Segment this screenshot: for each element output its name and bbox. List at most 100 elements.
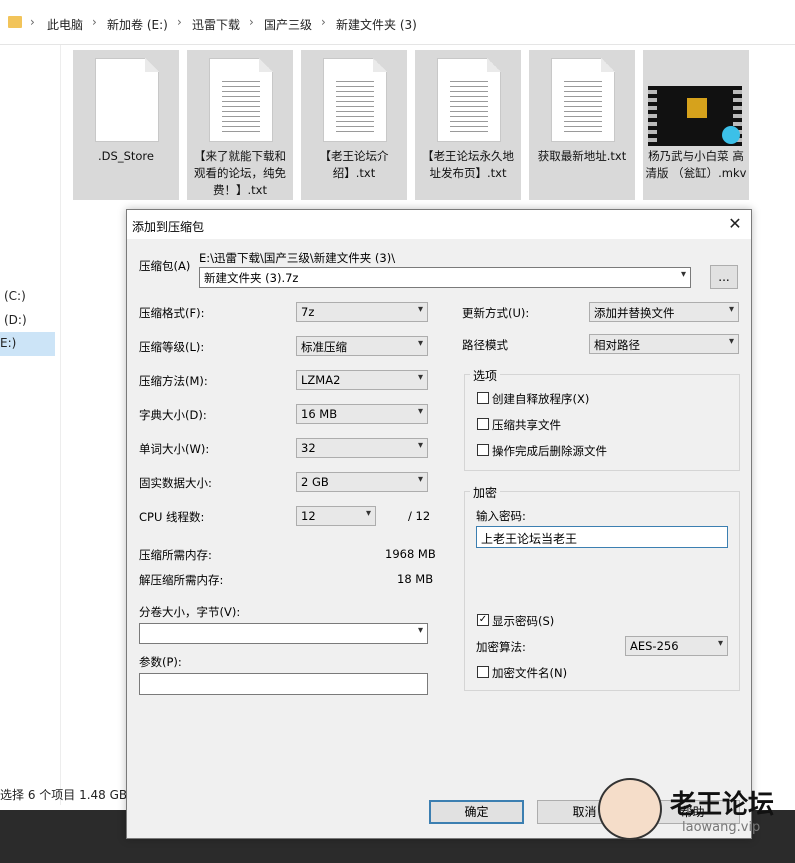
method-select[interactable]: LZMA2 ▾ <box>296 370 428 390</box>
dict-value: 16 MB <box>301 407 338 421</box>
update-value: 添加并替换文件 <box>594 306 675 320</box>
encrypt-names-label[interactable]: 加密文件名(N) <box>492 665 567 681</box>
archive-name-combo[interactable]: 新建文件夹 (3).7z ▾ <box>199 267 691 288</box>
chevron-right-icon: › <box>249 15 254 29</box>
format-value: 7z <box>301 305 315 319</box>
chevron-down-icon: ▾ <box>728 304 734 315</box>
breadcrumb-item[interactable]: 新建文件夹 (3) <box>336 16 417 33</box>
path-label: 路径模式 <box>462 338 508 352</box>
text-file-icon <box>551 58 615 142</box>
chevron-down-icon: ▾ <box>417 304 423 315</box>
solid-value: 2 GB <box>301 475 329 489</box>
dict-select[interactable]: 16 MB ▾ <box>296 404 428 424</box>
status-bar: 选择 6 个项目 1.48 GB <box>0 788 128 802</box>
address-bar[interactable]: › 此电脑 › 新加卷 (E:) › 迅雷下载 › 国产三级 › 新建文件夹 (… <box>0 0 795 45</box>
file-icon <box>95 58 159 142</box>
watermark-subtitle: laowang.vip <box>682 820 761 835</box>
breadcrumb-item[interactable]: 国产三级 <box>264 16 312 33</box>
close-icon[interactable]: ✕ <box>723 213 747 235</box>
word-value: 32 <box>301 441 316 455</box>
show-password-checkbox[interactable]: ✓ <box>477 614 489 626</box>
chevron-down-icon: ▾ <box>417 625 423 636</box>
file-item[interactable]: 杨乃武与小白菜 高清版 （瓮缸）.mkv <box>643 50 749 200</box>
chevron-down-icon: ▾ <box>417 406 423 417</box>
drive-c[interactable]: (C:) <box>4 289 26 303</box>
level-label: 压缩等级(L): <box>139 340 205 354</box>
method-label: 压缩方法(M): <box>139 374 208 388</box>
password-value: 上老王论坛当老王 <box>481 532 578 546</box>
drive-d[interactable]: (D:) <box>4 313 27 327</box>
watermark-title: 老王论坛 <box>670 790 775 820</box>
sfx-label[interactable]: 创建自释放程序(X) <box>492 391 589 407</box>
chevron-down-icon: ▾ <box>728 336 734 347</box>
file-item[interactable]: 【来了就能下载和观看的论坛，纯免费！】.txt <box>187 50 293 200</box>
breadcrumb-item[interactable]: 此电脑 <box>47 16 83 33</box>
cpu-label: CPU 线程数: <box>139 510 205 524</box>
chevron-down-icon: ▾ <box>717 638 723 649</box>
chevron-down-icon: ▾ <box>680 269 686 280</box>
text-file-icon <box>323 58 387 142</box>
mem-compress-label: 压缩所需内存: <box>139 548 212 562</box>
text-file-icon <box>437 58 501 142</box>
level-select[interactable]: 标准压缩 ▾ <box>296 336 428 356</box>
path-select[interactable]: 相对路径 ▾ <box>589 334 739 354</box>
file-item[interactable]: 获取最新地址.txt <box>529 50 635 200</box>
file-name: 获取最新地址.txt <box>537 149 627 163</box>
delete-checkbox[interactable] <box>477 444 489 456</box>
file-name: 杨乃武与小白菜 高清版 （瓮缸）.mkv <box>645 149 747 180</box>
delete-label[interactable]: 操作完成后删除源文件 <box>492 443 607 459</box>
solid-select[interactable]: 2 GB ▾ <box>296 472 428 492</box>
params-input[interactable] <box>139 673 428 695</box>
chevron-right-icon: › <box>30 15 35 29</box>
volume-combo[interactable]: ▾ <box>139 623 428 644</box>
file-item[interactable]: .DS_Store <box>73 50 179 200</box>
dict-label: 字典大小(D): <box>139 408 207 422</box>
solid-label: 固实数据大小: <box>139 476 212 490</box>
cpu-select[interactable]: 12 ▾ <box>296 506 376 526</box>
file-item[interactable]: 【老王论坛永久地址发布页】.txt <box>415 50 521 200</box>
chevron-down-icon: ▾ <box>417 338 423 349</box>
file-item[interactable]: 【老王论坛介绍】.txt <box>301 50 407 200</box>
chevron-right-icon: › <box>321 15 326 29</box>
update-select[interactable]: 添加并替换文件 ▾ <box>589 302 739 322</box>
chevron-down-icon: ▾ <box>417 372 423 383</box>
cpu-total: / 12 <box>408 509 431 523</box>
video-file-icon <box>648 86 742 146</box>
add-to-archive-dialog: 添加到压缩包 ✕ 压缩包(A) E:\迅雷下载\国产三级\新建文件夹 (3)\ … <box>126 209 752 839</box>
drive-e-label: E:) <box>0 336 17 350</box>
chevron-right-icon: › <box>177 15 182 29</box>
sfx-checkbox[interactable] <box>477 392 489 404</box>
chevron-down-icon: ▾ <box>417 474 423 485</box>
breadcrumb-item[interactable]: 新加卷 (E:) <box>107 16 168 33</box>
file-name: 【老王论坛介绍】.txt <box>319 149 389 180</box>
show-password-label[interactable]: 显示密码(S) <box>492 613 554 629</box>
encryption-title: 加密 <box>470 484 501 501</box>
watermark-avatar <box>598 778 662 840</box>
browse-button[interactable]: ... <box>710 265 738 289</box>
encrypt-names-checkbox[interactable] <box>477 666 489 678</box>
chevron-down-icon: ▾ <box>417 440 423 451</box>
word-label: 单词大小(W): <box>139 442 210 456</box>
drive-e-selected[interactable]: E:) <box>0 332 55 356</box>
archive-name-value: 新建文件夹 (3).7z <box>204 271 299 285</box>
file-name: 【来了就能下载和观看的论坛，纯免费！】.txt <box>194 149 286 197</box>
shared-label[interactable]: 压缩共享文件 <box>492 417 561 433</box>
dialog-titlebar[interactable]: 添加到压缩包 ✕ <box>127 210 751 239</box>
chevron-down-icon: ▾ <box>365 508 371 519</box>
chevron-right-icon: › <box>92 15 97 29</box>
options-title: 选项 <box>470 367 501 384</box>
ok-button[interactable]: 确定 <box>429 800 524 824</box>
level-value: 标准压缩 <box>301 340 347 354</box>
params-label: 参数(P): <box>139 655 182 669</box>
word-select[interactable]: 32 ▾ <box>296 438 428 458</box>
player-badge-icon <box>722 126 740 144</box>
password-label: 输入密码: <box>476 509 526 523</box>
password-input[interactable]: 上老王论坛当老王 <box>476 526 728 548</box>
format-select[interactable]: 7z ▾ <box>296 302 428 322</box>
cpu-value: 12 <box>301 509 316 523</box>
enc-method-select[interactable]: AES-256 ▾ <box>625 636 728 656</box>
breadcrumb-item[interactable]: 迅雷下载 <box>192 16 240 33</box>
dialog-title: 添加到压缩包 <box>132 220 205 234</box>
shared-checkbox[interactable] <box>477 418 489 430</box>
text-file-icon <box>209 58 273 142</box>
